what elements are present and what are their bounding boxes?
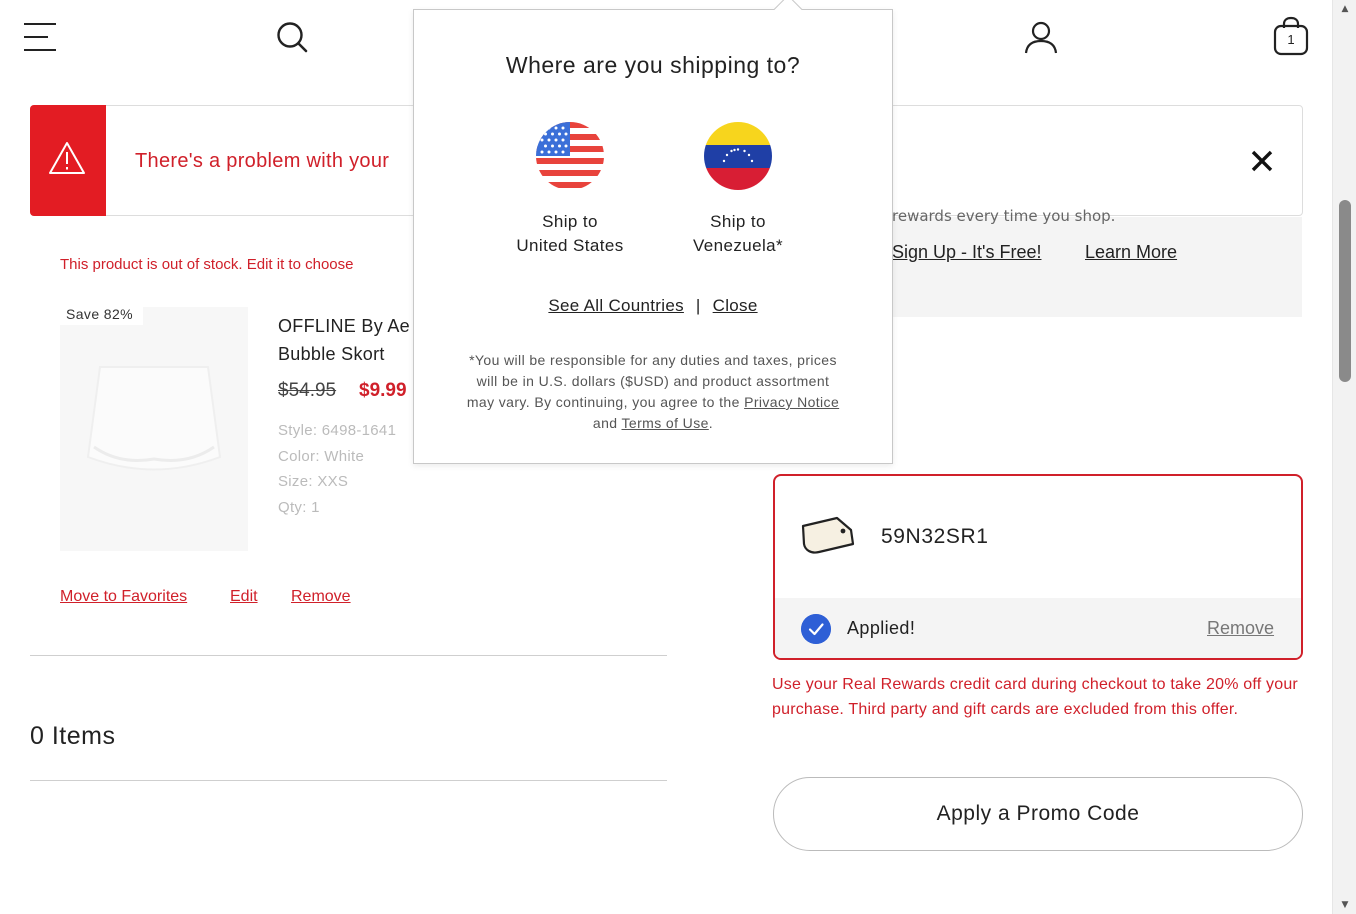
close-icon[interactable] — [1247, 146, 1277, 176]
venezuela-flag-icon — [704, 122, 772, 190]
terms-of-use-link[interactable]: Terms of Use — [622, 415, 709, 431]
shipping-country-popup: Where are you shipping to? Ship to Unite… — [413, 0, 893, 464]
popup-fine-print: *You will be responsible for any duties … — [466, 350, 840, 434]
coupon-code: 59N32SR1 — [881, 525, 989, 548]
rewards-signup-link[interactable]: Sign Up - It's Free! — [892, 242, 1041, 263]
see-all-countries-link[interactable]: See All Countries — [548, 296, 684, 315]
skort-image — [86, 366, 222, 471]
option-line1: Ship to — [710, 212, 766, 231]
coupon-tag-icon — [801, 516, 855, 554]
search-icon[interactable] — [276, 21, 308, 53]
scrollbar-thumb[interactable] — [1339, 200, 1351, 382]
privacy-notice-link[interactable]: Privacy Notice — [744, 394, 839, 410]
warning-icon — [49, 142, 85, 174]
edit-link[interactable]: Edit — [230, 588, 258, 606]
product-image[interactable] — [60, 307, 248, 551]
product-title-line2: Bubble Skort — [278, 344, 385, 364]
links-separator: | — [695, 296, 701, 315]
remove-link[interactable]: Remove — [291, 588, 351, 606]
bag-count: 1 — [1287, 32, 1295, 47]
checkmark-icon — [801, 614, 831, 644]
out-of-stock-message: This product is out of stock. Edit it to… — [60, 256, 354, 273]
coupon-card: 59N32SR1 Applied! Remove — [773, 474, 1303, 660]
scroll-down-arrow-icon[interactable]: ▼ — [1333, 896, 1356, 914]
shopping-bag-button[interactable]: 1 — [1273, 16, 1309, 56]
fine-print-and: and — [592, 415, 618, 431]
popup-links: See All Countries | Close — [414, 296, 892, 316]
rewards-text: rewards every time you shop. — [892, 207, 1116, 225]
divider — [30, 780, 667, 781]
coupon-remove-link[interactable]: Remove — [1207, 618, 1274, 639]
applied-label: Applied! — [847, 618, 916, 638]
product-qty: Qty: 1 — [278, 499, 320, 516]
scroll-up-arrow-icon[interactable]: ▲ — [1333, 0, 1356, 18]
save-badge: Save 82% — [54, 303, 144, 325]
product-title-line1: OFFLINE By Ae — [278, 316, 410, 336]
fine-print-end: . — [708, 415, 714, 431]
items-count: 0 Items — [30, 722, 116, 750]
coupon-applied-row: Applied! Remove — [775, 598, 1301, 658]
sale-price: $9.99 — [359, 380, 407, 401]
credit-card-offer: Use your Real Rewards credit card during… — [772, 676, 1298, 718]
banner-message: There's a problem with your — [135, 150, 390, 172]
divider — [30, 655, 667, 656]
page-scrollbar[interactable]: ▲ ▼ — [1332, 0, 1356, 914]
hamburger-menu-icon[interactable] — [24, 22, 58, 52]
option-line2: Venezuela* — [692, 236, 784, 255]
account-icon[interactable] — [1024, 20, 1058, 54]
rewards-panel: rewards every time you shop. Sign Up - I… — [892, 207, 1302, 317]
product-color: Color: White — [278, 448, 365, 465]
ship-to-venezuela-option[interactable]: Ship to Venezuela* — [658, 122, 818, 258]
product-size: Size: XXS — [278, 473, 349, 490]
option-line2: United States — [516, 236, 624, 255]
popup-close-link[interactable]: Close — [713, 296, 758, 315]
banner-alert-block — [30, 105, 106, 216]
rewards-learn-more-link[interactable]: Learn More — [1085, 242, 1177, 263]
ship-to-us-option[interactable]: Ship to United States — [490, 122, 650, 258]
move-to-favorites-link[interactable]: Move to Favorites — [60, 588, 187, 606]
popup-title: Where are you shipping to? — [505, 52, 801, 78]
apply-promo-code-button[interactable]: Apply a Promo Code — [773, 777, 1303, 851]
us-flag-icon — [536, 122, 604, 190]
product-style: Style: 6498-1641 — [278, 422, 397, 439]
original-price: $54.95 — [278, 380, 337, 401]
option-line1: Ship to — [542, 212, 598, 231]
product-title[interactable]: OFFLINE By Ae Bubble Skort — [278, 312, 414, 368]
